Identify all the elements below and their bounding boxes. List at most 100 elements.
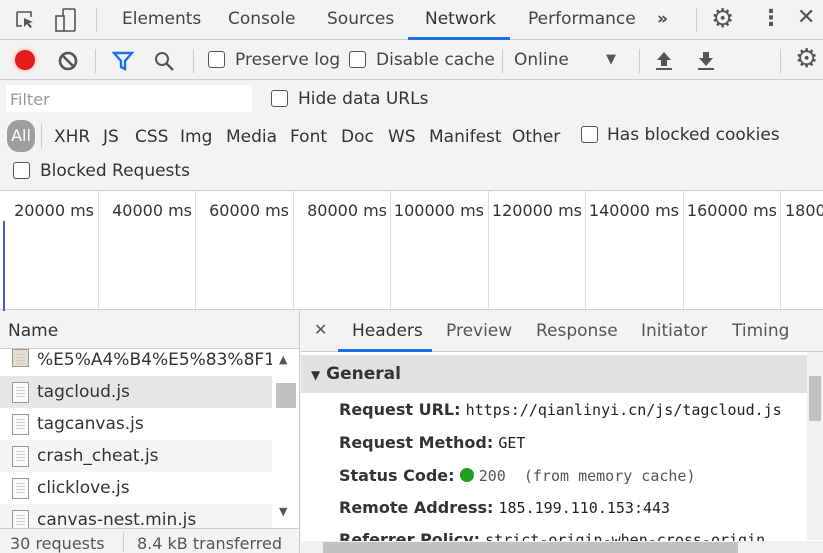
request-row[interactable]: clicklove.js [0,472,272,504]
details-tabbar: ✕ Headers Preview Response Initiator Tim… [301,311,823,352]
more-tabs-button[interactable]: » [657,9,668,29]
request-row[interactable]: %E5%A4%B4%E5%83%8F1.jpg [0,345,272,375]
scrollbar-thumb[interactable] [323,542,738,553]
referrer-policy-field: Referrer Policy: strict-origin-when-cros… [339,530,765,541]
request-count: 30 requests [10,534,105,553]
hide-data-urls-label: Hide data URLs [298,89,429,109]
preserve-log-label: Preserve log [235,50,341,70]
active-tab-indicator [408,37,510,40]
filter-type-ws[interactable]: WS [388,127,416,147]
section-title: General [326,364,401,384]
field-value: GET [498,434,526,452]
filter-type-xhr[interactable]: XHR [54,127,90,147]
close-devtools-icon[interactable]: ✕ [797,5,815,30]
timeline-tick-label: 100000 ms [393,201,484,220]
divider [780,49,781,73]
filter-type-manifest[interactable]: Manifest [429,127,502,147]
tab-initiator[interactable]: Initiator [641,321,707,341]
tab-elements[interactable]: Elements [122,9,201,29]
search-icon[interactable] [153,50,175,72]
request-row[interactable]: crash_cheat.js [0,440,272,472]
throttling-select[interactable]: Online [514,50,569,70]
status-ok-icon [459,468,474,482]
tab-network[interactable]: Network [425,9,496,29]
field-value: 185.199.110.153:443 [498,499,671,517]
filter-type-img[interactable]: Img [180,127,212,147]
name-column-header[interactable]: Name [0,311,299,349]
filter-type-all[interactable]: All [7,120,35,152]
devtools-tabbar: Elements Console Sources Network Perform… [0,0,823,40]
field-label: Remote Address: [339,498,494,517]
field-label: Referrer Policy: [339,530,481,541]
clear-icon[interactable] [57,50,79,72]
details-vertical-scrollbar[interactable] [807,352,823,540]
timeline-request-bar [3,221,5,311]
scroll-down-icon[interactable]: ▼ [279,505,287,518]
triangle-down-icon: ▼ [311,368,321,382]
filter-type-media[interactable]: Media [226,127,277,147]
timeline-tick-label: 60000 ms [209,201,289,220]
field-label: Request Method: [339,433,494,452]
request-row-selected[interactable]: tagcloud.js [0,376,272,408]
divider [95,49,96,73]
script-file-icon [12,478,29,499]
tab-preview[interactable]: Preview [446,321,512,341]
filter-type-css[interactable]: CSS [135,127,168,147]
timeline-tick-label: 140000 ms [588,201,679,220]
timeline-tick-label: 40000 ms [112,201,192,220]
filter-icon[interactable] [112,50,134,72]
tab-console[interactable]: Console [228,9,296,29]
requests-scrollbar[interactable]: ▲ ▼ [273,349,299,528]
filter-type-other[interactable]: Other [512,127,560,147]
record-icon[interactable] [15,50,35,70]
remote-address-field: Remote Address: 185.199.110.153:443 [339,498,670,517]
tab-sources[interactable]: Sources [327,9,394,29]
scrollbar-thumb[interactable] [809,376,821,421]
preserve-log-checkbox[interactable] [208,51,225,68]
device-toolbar-icon[interactable] [54,7,78,33]
tab-headers[interactable]: Headers [352,321,423,341]
script-file-icon [12,446,29,467]
request-name: tagcanvas.js [37,414,144,434]
divider [123,532,124,552]
timeline-tick-label: 120000 ms [491,201,582,220]
settings-gear-icon[interactable]: ⚙ [711,4,734,34]
scroll-up-icon[interactable]: ▲ [279,353,287,366]
network-settings-gear-icon[interactable]: ⚙ [795,44,818,74]
request-name: crash_cheat.js [37,446,159,466]
field-value: 200 (from memory cache) [478,467,696,485]
close-details-icon[interactable]: ✕ [314,320,327,339]
request-name: canvas-nest.min.js [37,510,197,528]
request-method-field: Request Method: GET [339,433,525,452]
filter-type-js[interactable]: JS [103,127,119,147]
export-har-icon[interactable] [696,50,716,72]
request-row[interactable]: canvas-nest.min.js [0,504,272,528]
scrollbar-thumb[interactable] [276,383,296,408]
hide-data-urls-checkbox[interactable] [271,90,288,107]
inspect-element-icon[interactable] [14,9,36,31]
network-overview-timeline[interactable]: 20000 ms 40000 ms 60000 ms 80000 ms 1000… [0,190,823,311]
request-name: %E5%A4%B4%E5%83%8F1.jpg [37,350,272,370]
field-label: Status Code: [339,466,455,485]
status-code-field: Status Code: 200 (from memory cache) [339,466,695,485]
transferred-size: 8.4 kB transferred [137,534,282,553]
request-row[interactable]: tagcanvas.js [0,408,272,440]
blocked-requests-checkbox[interactable] [13,162,30,179]
tab-timing[interactable]: Timing [732,321,789,341]
divider [502,49,503,73]
general-section-header[interactable]: ▼ General [301,355,807,393]
import-har-icon[interactable] [654,50,674,72]
request-details-panel: ✕ Headers Preview Response Initiator Tim… [301,311,823,553]
filter-type-font[interactable]: Font [290,127,327,147]
tab-response[interactable]: Response [536,321,618,341]
chevron-down-icon[interactable]: ▼ [606,52,616,67]
more-options-icon[interactable]: ⋮ [760,6,782,31]
divider [41,124,42,148]
details-horizontal-scrollbar[interactable] [301,541,823,553]
tab-performance[interactable]: Performance [528,9,636,29]
divider [639,49,640,73]
filter-type-doc[interactable]: Doc [341,127,374,147]
has-blocked-cookies-checkbox[interactable] [581,126,598,143]
filter-input[interactable]: Filter [6,85,252,112]
disable-cache-checkbox[interactable] [349,51,366,68]
